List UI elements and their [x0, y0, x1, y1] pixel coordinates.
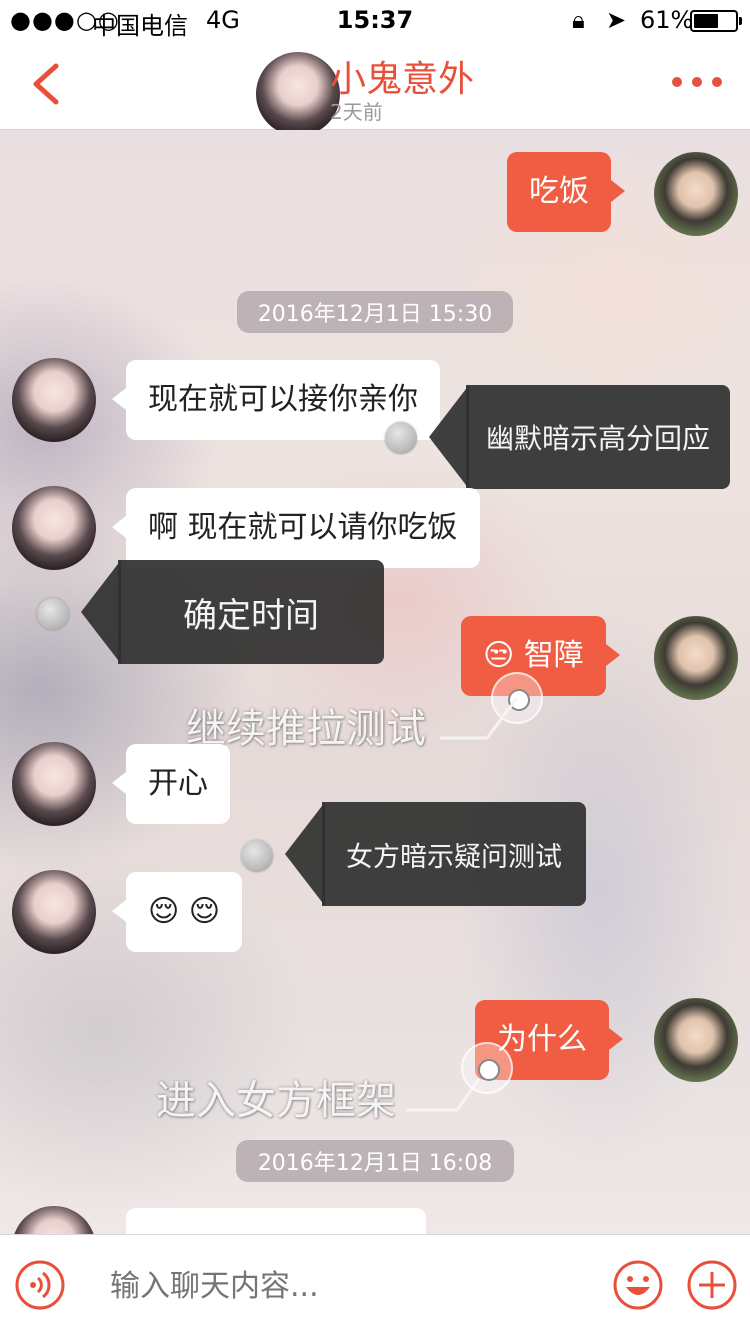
message-timestamp: 2016年12月1日 16:08: [236, 1140, 514, 1182]
message-bubble-incoming[interactable]: 开心: [112, 744, 230, 824]
annotation-tag: 确定时间: [81, 560, 384, 664]
annotation-pointer-ring: [461, 1042, 513, 1094]
annotation-label: 进入女方框架: [156, 1078, 396, 1124]
smiley-icon: [613, 1260, 663, 1310]
chat-message-list[interactable]: 吃饭 2016年12月1日 15:30 现在就可以接你亲你 幽默暗示高分回应 啊…: [0, 130, 750, 1234]
rotation-lock-icon: 🔒︎: [572, 6, 585, 34]
message-bubble-incoming-partial[interactable]: [126, 1208, 426, 1234]
my-avatar[interactable]: [654, 152, 738, 236]
battery-percent: 61%: [640, 6, 694, 34]
message-bubble-outgoing[interactable]: 吃饭: [507, 152, 625, 232]
annotation-anchor-dot: [37, 598, 69, 630]
chevron-left-icon: [33, 63, 59, 105]
chat-header: 小鬼意外 2天前: [0, 40, 750, 136]
status-bar: ●●●○○ 中国电信 4G 15:37 🔒︎ ➤ 61%: [0, 0, 750, 40]
contact-message-avatar[interactable]: [12, 870, 96, 954]
message-input-bar: [0, 1234, 750, 1334]
contact-message-avatar[interactable]: [12, 742, 96, 826]
voice-input-button[interactable]: [14, 1259, 66, 1311]
battery-icon: [690, 10, 742, 32]
battery-fill: [694, 14, 718, 28]
voice-icon: [15, 1260, 65, 1310]
back-button[interactable]: [22, 54, 72, 114]
emoji-button[interactable]: [612, 1259, 664, 1311]
my-avatar[interactable]: [654, 616, 738, 700]
last-seen: 2天前: [330, 100, 383, 124]
add-attachment-button[interactable]: [686, 1259, 738, 1311]
message-timestamp: 2016年12月1日 15:30: [237, 291, 513, 333]
contact-message-avatar[interactable]: [12, 358, 96, 442]
more-dots-icon: [672, 77, 682, 87]
my-avatar[interactable]: [654, 998, 738, 1082]
annotation-anchor-dot: [241, 840, 273, 872]
contact-message-avatar[interactable]: [12, 486, 96, 570]
annotation-tag: 女方暗示疑问测试: [285, 802, 586, 906]
contact-name: 小鬼意外: [330, 59, 475, 100]
location-arrow-icon: ➤: [606, 6, 627, 34]
message-input[interactable]: [110, 1263, 590, 1309]
annotation-anchor-dot: [385, 422, 417, 454]
more-options-button[interactable]: [666, 70, 726, 100]
contact-avatar[interactable]: [256, 52, 340, 136]
message-bubble-incoming[interactable]: 啊 现在就可以请你吃饭: [112, 488, 480, 568]
annotation-pointer-ring: [491, 672, 543, 724]
message-bubble-incoming[interactable]: 😌 😌: [111, 872, 243, 952]
status-time: 15:37: [336, 6, 414, 34]
plus-icon: [687, 1260, 737, 1310]
annotation-tag: 幽默暗示高分回应: [429, 385, 730, 489]
contact-message-avatar[interactable]: [12, 1206, 96, 1234]
